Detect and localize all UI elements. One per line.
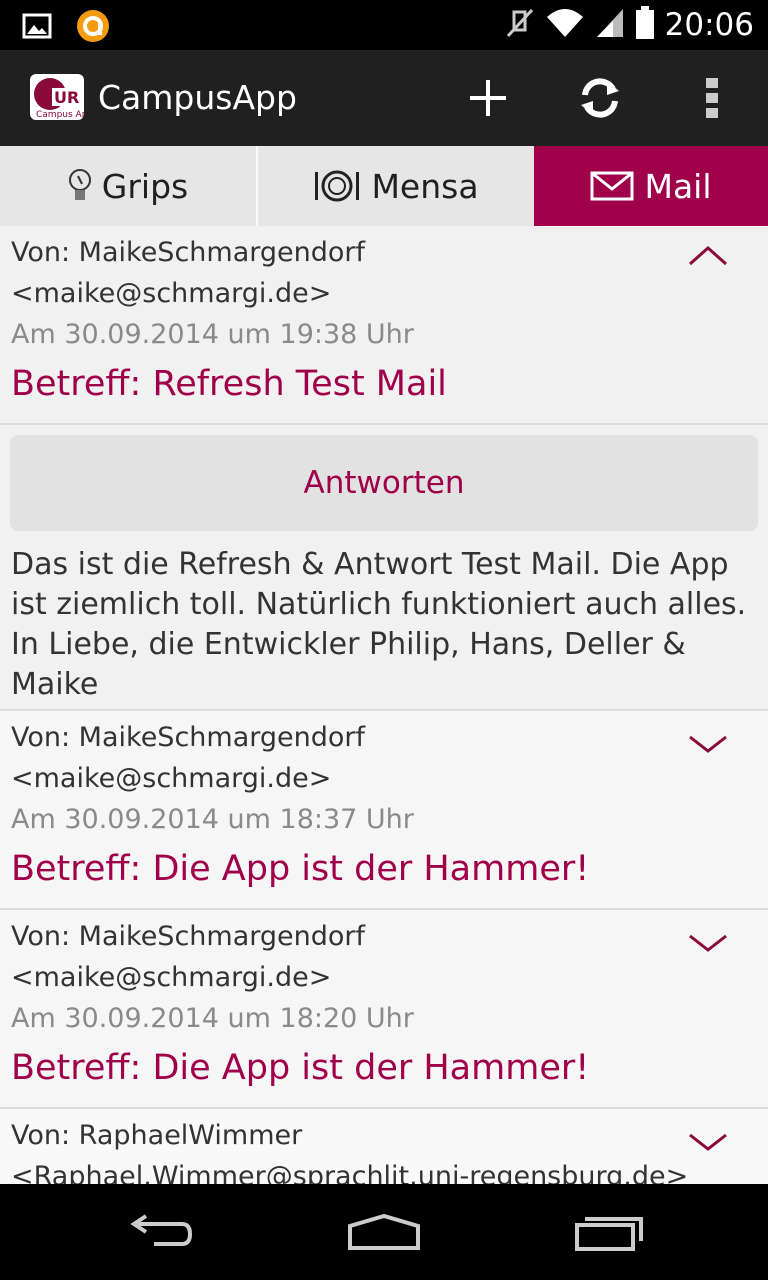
tab-grips-label: Grips [101, 166, 189, 206]
add-button[interactable] [458, 70, 518, 126]
chevron-down-icon[interactable] [688, 1127, 728, 1157]
app-notification-icon [76, 9, 110, 47]
refresh-icon [581, 78, 619, 118]
envelope-icon [590, 171, 634, 201]
signal-icon [595, 7, 625, 43]
tab-bar: Grips Mensa Mail [0, 146, 768, 226]
recent-apps-button[interactable] [554, 1202, 664, 1262]
mail-sender: Von: MaikeSchmargendorf [11, 237, 366, 268]
mail-address: <Raphael.Wimmer@sprachlit.uni-regensburg… [11, 1161, 689, 1184]
tab-mensa[interactable]: Mensa [258, 146, 534, 226]
status-time: 20:06 [664, 7, 754, 43]
mail-sender: Von: RaphaelWimmer [11, 1120, 303, 1151]
mail-address: <maike@schmargi.de> [11, 962, 332, 993]
mail-item[interactable]: Von: RaphaelWimmer <Raphael.Wimmer@sprac… [0, 1109, 768, 1184]
chevron-up-icon[interactable] [688, 240, 728, 270]
mail-sender: Von: MaikeSchmargendorf [11, 722, 366, 753]
home-button[interactable] [329, 1202, 439, 1262]
mail-sender: Von: MaikeSchmargendorf [11, 921, 366, 952]
recent-apps-icon [575, 1217, 643, 1251]
mail-item[interactable]: Von: MaikeSchmargendorf <maike@schmargi.… [0, 910, 768, 1109]
battery-icon [635, 6, 655, 44]
chevron-down-icon[interactable] [688, 729, 728, 759]
chevron-down-icon[interactable] [688, 928, 728, 958]
plate-icon [315, 170, 360, 202]
mail-item[interactable]: Von: MaikeSchmargendorf <maike@schmargi.… [0, 226, 768, 425]
home-icon [348, 1213, 420, 1250]
back-button[interactable] [104, 1202, 214, 1262]
status-bar: 20:06 [0, 0, 768, 50]
image-notification-icon [22, 13, 52, 43]
app-title: CampusApp [98, 78, 297, 117]
tab-mail-label: Mail [644, 166, 712, 206]
refresh-button[interactable] [570, 70, 630, 126]
mail-subject: Betreff: Die App ist der Hammer! [11, 1048, 590, 1088]
mail-date: Am 30.09.2014 um 19:38 Uhr [11, 319, 414, 350]
tab-mail[interactable]: Mail [534, 146, 768, 226]
mail-list: Von: MaikeSchmargendorf <maike@schmargi.… [0, 226, 768, 1184]
lightbulb-icon [68, 169, 91, 200]
navigation-bar [0, 1184, 768, 1280]
mail-date: Am 30.09.2014 um 18:20 Uhr [11, 1003, 414, 1034]
overflow-menu-icon [706, 78, 718, 118]
mute-icon [505, 6, 535, 44]
mail-subject: Betreff: Refresh Test Mail [11, 364, 447, 404]
app-logo-text: UR [54, 88, 79, 107]
mail-address: <maike@schmargi.de> [11, 278, 332, 309]
wifi-icon [545, 7, 585, 43]
add-icon [470, 80, 506, 116]
app-logo[interactable]: UR Campus App [30, 74, 84, 120]
mail-address: <maike@schmargi.de> [11, 763, 332, 794]
mail-subject: Betreff: Die App ist der Hammer! [11, 849, 590, 889]
app-logo-subtext: Campus App [36, 110, 84, 120]
mail-item[interactable]: Von: MaikeSchmargendorf <maike@schmargi.… [0, 711, 768, 910]
back-icon [130, 1214, 193, 1246]
tab-grips[interactable]: Grips [0, 146, 258, 226]
reply-button[interactable]: Antworten [10, 435, 758, 531]
mail-body: Das ist die Refresh & Antwort Test Mail.… [0, 531, 768, 711]
overflow-menu-button[interactable] [682, 70, 742, 126]
reply-area: Antworten [0, 425, 768, 531]
action-bar: UR Campus App CampusApp [0, 50, 768, 146]
mail-date: Am 30.09.2014 um 18:37 Uhr [11, 804, 414, 835]
tab-mensa-label: Mensa [371, 166, 479, 206]
